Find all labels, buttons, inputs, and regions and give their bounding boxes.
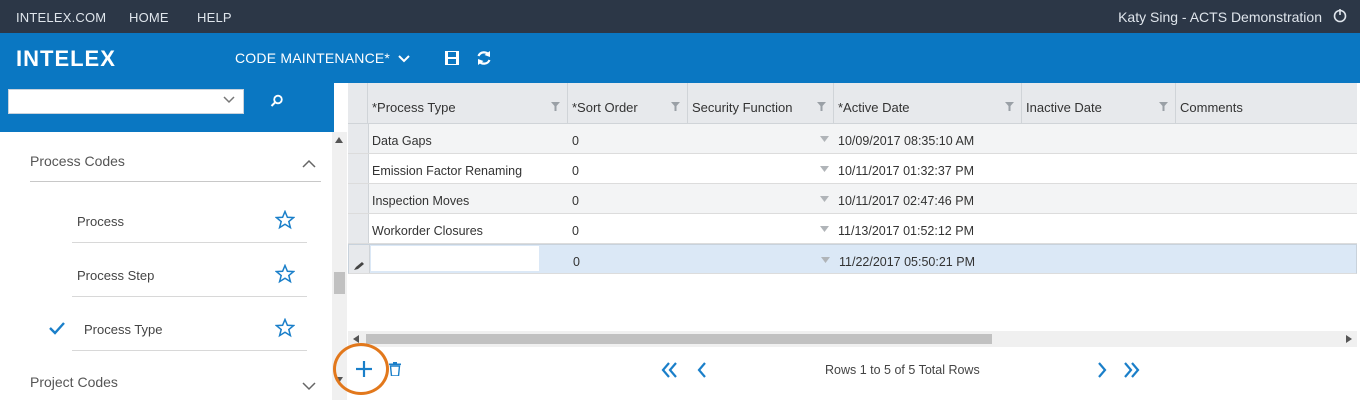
sidebar-search-area: [0, 83, 334, 132]
divider: [72, 296, 307, 297]
exit-icon[interactable]: [1332, 7, 1348, 23]
cell-sort-order[interactable]: 0: [572, 224, 579, 238]
star-icon[interactable]: [275, 210, 295, 230]
cell-active-date[interactable]: 11/13/2017 01:52:12 PM: [838, 224, 974, 238]
horizontal-scrollbar[interactable]: [348, 331, 1357, 347]
dropdown-arrow-icon[interactable]: [820, 226, 829, 232]
cell-sort-order[interactable]: 0: [573, 255, 580, 269]
refresh-icon[interactable]: [475, 49, 493, 67]
cell-active-date[interactable]: 10/11/2017 02:47:46 PM: [838, 194, 974, 208]
sidebar-item-process-step[interactable]: Process Step: [77, 268, 154, 283]
cell-sort-order[interactable]: 0: [572, 134, 579, 148]
row-selector-header: [348, 83, 368, 123]
code-category-select[interactable]: [8, 89, 244, 114]
scrollbar-thumb[interactable]: [334, 272, 345, 294]
top-nav-bar: INTELEX.COM HOME HELP Katy Sing - ACTS D…: [0, 0, 1360, 33]
process-type-input[interactable]: [371, 246, 539, 271]
sidebar-item-process[interactable]: Process: [77, 214, 124, 229]
row-selector[interactable]: [348, 184, 369, 213]
filter-icon[interactable]: [1005, 102, 1014, 111]
divider: [30, 181, 321, 182]
divider: [72, 350, 307, 351]
home-link[interactable]: HOME: [129, 10, 169, 25]
organization-name: ACTS Demonstration: [1189, 9, 1322, 25]
divider: [72, 242, 307, 243]
chevron-down-icon: [398, 55, 410, 63]
cell-active-date[interactable]: 11/22/2017 05:50:21 PM: [839, 255, 975, 269]
row-selector[interactable]: [348, 124, 369, 153]
sidebar-item-process-type[interactable]: Process Type: [84, 322, 163, 337]
chevron-down-icon[interactable]: [302, 382, 316, 391]
table-row[interactable]: Inspection Moves 0 10/11/2017 02:47:46 P…: [348, 184, 1357, 214]
column-header-active-date[interactable]: *Active Date: [834, 83, 1022, 123]
save-icon[interactable]: [443, 49, 461, 67]
table-row-new[interactable]: 0 11/22/2017 05:50:21 PM: [348, 244, 1357, 274]
edit-pencil-icon: [354, 262, 364, 270]
chevron-down-icon: [223, 96, 235, 104]
row-selector[interactable]: [348, 154, 369, 183]
cell-process-type[interactable]: Inspection Moves: [372, 194, 469, 208]
filter-icon[interactable]: [1159, 102, 1168, 111]
filter-icon[interactable]: [671, 102, 680, 111]
dropdown-arrow-icon[interactable]: [820, 196, 829, 202]
table-row[interactable]: Workorder Closures 0 11/13/2017 01:52:12…: [348, 214, 1357, 244]
module-title: CODE MAINTENANCE*: [235, 50, 391, 66]
row-selector[interactable]: [349, 245, 370, 273]
column-header-sort-order[interactable]: *Sort Order: [568, 83, 688, 123]
grid-footer: Rows 1 to 5 of 5 Total Rows: [348, 348, 1357, 392]
next-page-icon[interactable]: [1091, 360, 1111, 380]
cell-process-type[interactable]: Data Gaps: [372, 134, 432, 148]
filter-icon[interactable]: [551, 102, 560, 111]
intelex-logo[interactable]: INTELEX: [16, 46, 116, 72]
grid-header: *Process Type *Sort Order Security Funct…: [348, 83, 1357, 124]
help-link[interactable]: HELP: [197, 10, 232, 25]
cell-sort-order[interactable]: 0: [572, 194, 579, 208]
sidebar: Process Codes Process Process Step Proce…: [0, 132, 332, 400]
intelex-com-link[interactable]: INTELEX.COM: [16, 10, 106, 25]
cell-active-date[interactable]: 10/09/2017 08:35:10 AM: [838, 134, 974, 148]
user-info[interactable]: Katy Sing - ACTS Demonstration: [1118, 9, 1322, 25]
user-name: Katy Sing: [1118, 9, 1179, 25]
search-icon[interactable]: [270, 94, 284, 108]
column-header-process-type[interactable]: *Process Type: [368, 83, 568, 123]
cell-sort-order[interactable]: 0: [572, 164, 579, 178]
cell-active-date[interactable]: 10/11/2017 01:32:37 PM: [838, 164, 974, 178]
group-project-codes[interactable]: Project Codes: [30, 374, 118, 390]
cell-process-type[interactable]: Workorder Closures: [372, 224, 483, 238]
data-grid: *Process Type *Sort Order Security Funct…: [348, 83, 1357, 347]
column-header-comments[interactable]: Comments: [1176, 83, 1357, 123]
chevron-up-icon[interactable]: [302, 159, 316, 168]
table-row[interactable]: Data Gaps 0 10/09/2017 08:35:10 AM: [348, 124, 1357, 154]
module-menu[interactable]: CODE MAINTENANCE*: [235, 50, 410, 66]
checkmark-icon: [49, 322, 65, 335]
cell-process-type[interactable]: Emission Factor Renaming: [372, 164, 522, 178]
column-header-security-function[interactable]: Security Function: [688, 83, 834, 123]
row-selector[interactable]: [348, 214, 369, 243]
filter-icon[interactable]: [817, 102, 826, 111]
star-icon[interactable]: [275, 318, 295, 338]
dropdown-arrow-icon[interactable]: [821, 257, 830, 263]
scroll-right-icon[interactable]: [1346, 335, 1352, 343]
table-row[interactable]: Emission Factor Renaming 0 10/11/2017 01…: [348, 154, 1357, 184]
dropdown-arrow-icon[interactable]: [820, 166, 829, 172]
last-page-icon[interactable]: [1121, 360, 1141, 380]
rows-info: Rows 1 to 5 of 5 Total Rows: [825, 363, 980, 377]
user-separator: -: [1181, 9, 1187, 25]
star-icon[interactable]: [275, 264, 295, 284]
app-header: INTELEX CODE MAINTENANCE*: [0, 33, 1360, 83]
previous-page-icon[interactable]: [693, 360, 713, 380]
first-page-icon[interactable]: [660, 360, 680, 380]
column-header-inactive-date[interactable]: Inactive Date: [1022, 83, 1176, 123]
scroll-left-icon[interactable]: [353, 335, 359, 343]
highlight-circle: [333, 343, 389, 395]
scroll-up-icon[interactable]: [335, 137, 343, 143]
scrollbar-thumb[interactable]: [366, 334, 992, 344]
group-process-codes[interactable]: Process Codes: [30, 153, 125, 169]
dropdown-arrow-icon[interactable]: [820, 136, 829, 142]
trash-icon[interactable]: [389, 362, 401, 376]
